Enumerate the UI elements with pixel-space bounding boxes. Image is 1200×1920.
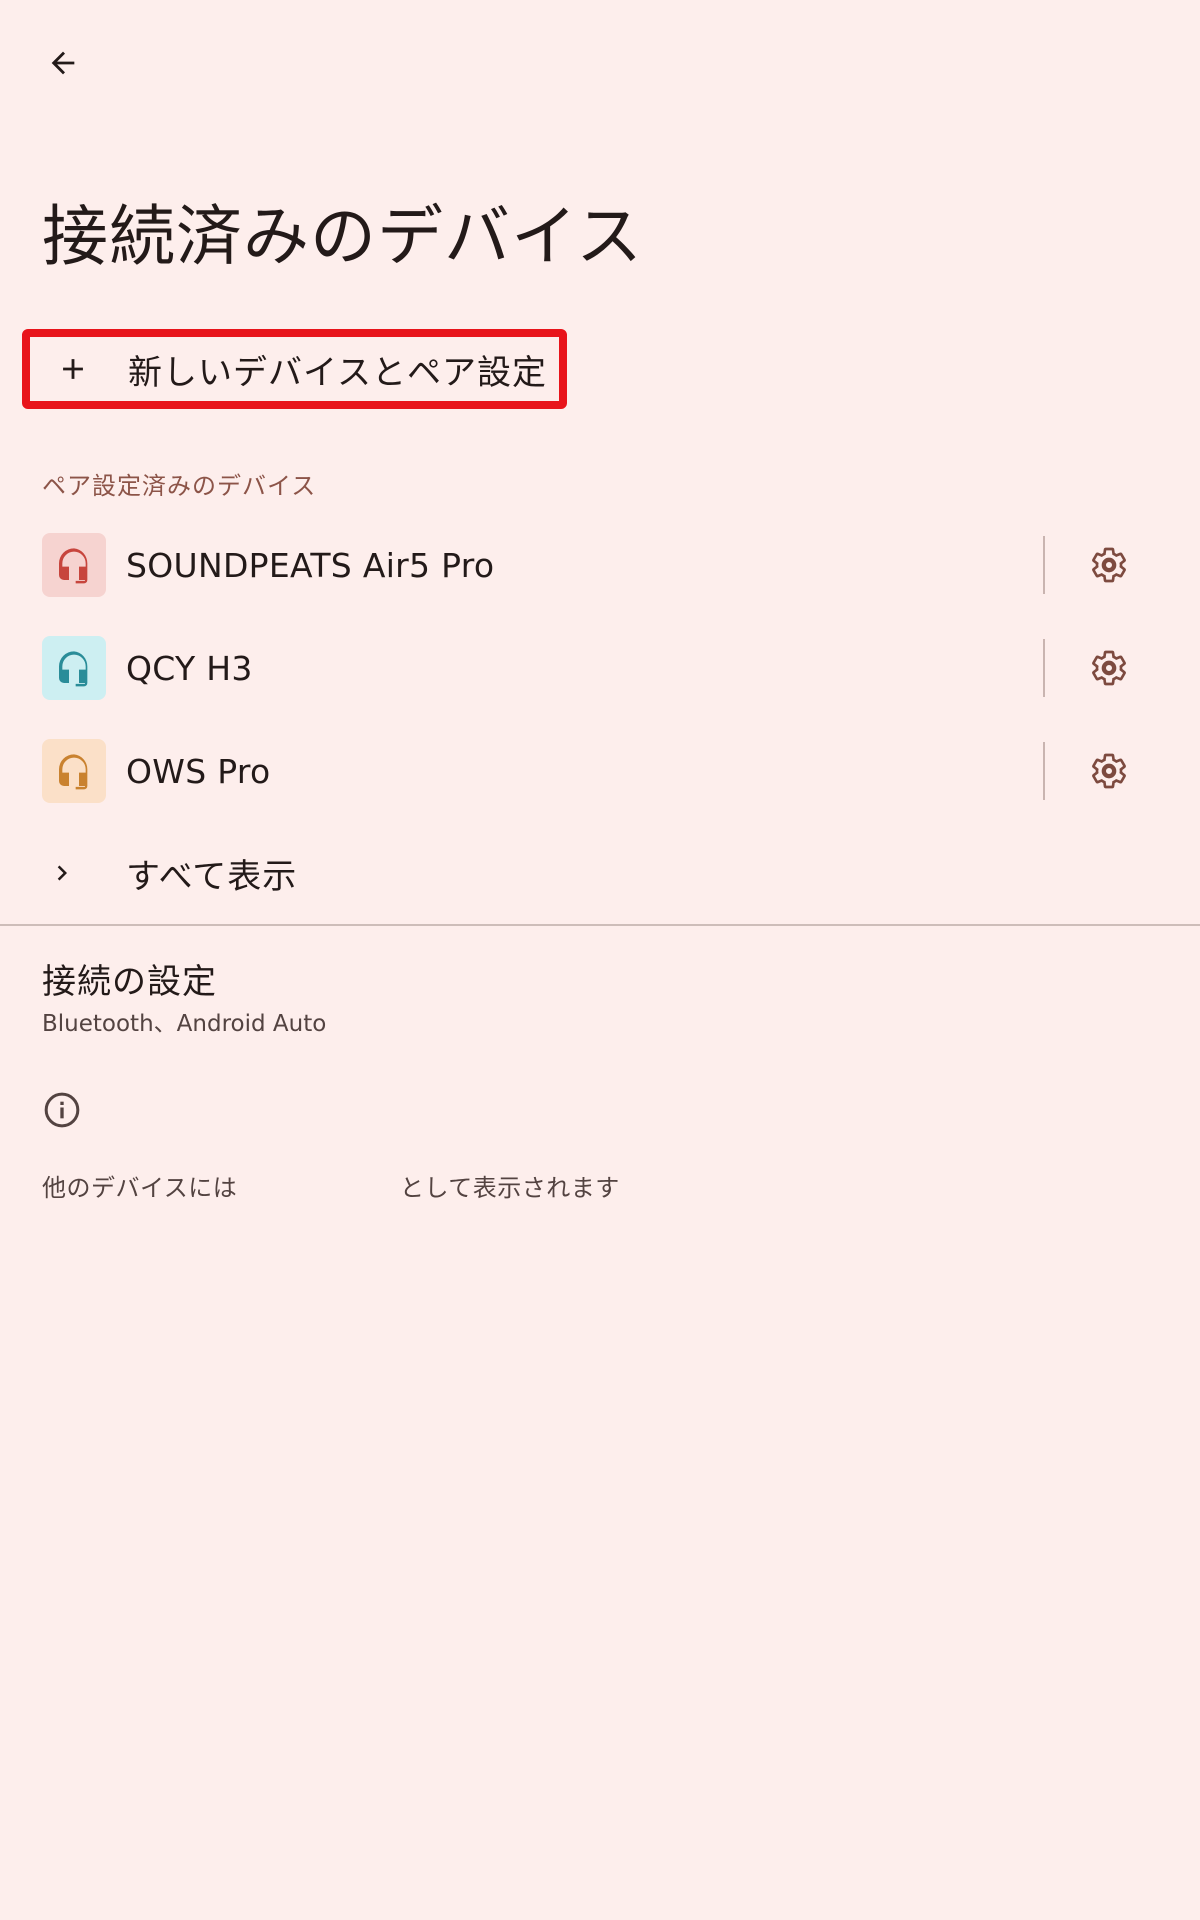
connection-settings-subtitle: Bluetooth、Android Auto: [42, 1011, 327, 1037]
chevron-right-icon: [42, 853, 82, 893]
divider: [1043, 742, 1045, 800]
show-all-label: すべて表示: [126, 856, 298, 897]
pair-new-device-button[interactable]: 新しいデバイスとペア設定: [22, 329, 567, 409]
divider: [1043, 639, 1045, 697]
device-row[interactable]: SOUNDPEATS Air5 Pro: [0, 514, 1200, 616]
section-divider: [0, 924, 1200, 926]
back-button[interactable]: [30, 30, 96, 96]
info-icon: [42, 1090, 82, 1130]
device-name: SOUNDPEATS Air5 Pro: [126, 545, 495, 585]
divider: [1043, 536, 1045, 594]
device-name: QCY H3: [126, 648, 253, 688]
show-all-row[interactable]: すべて表示: [0, 823, 1200, 923]
connection-settings-item[interactable]: 接続の設定 Bluetooth、Android Auto: [0, 940, 1200, 1060]
gear-icon[interactable]: [1074, 530, 1144, 600]
gear-icon[interactable]: [1074, 633, 1144, 703]
arrow-back-icon: [51, 51, 75, 75]
headset-icon: [42, 636, 106, 700]
info-text-after: として表示されます: [400, 1174, 620, 1202]
page-title: 接続済みのデバイス: [42, 198, 644, 275]
paired-devices-header: ペア設定済みのデバイス: [42, 472, 317, 500]
device-row[interactable]: OWS Pro: [0, 720, 1200, 822]
device-row[interactable]: QCY H3: [0, 617, 1200, 719]
info-text-before: 他のデバイスには: [42, 1174, 238, 1202]
headset-icon: [42, 739, 106, 803]
plus-icon: [40, 352, 106, 386]
pair-new-device-label: 新しいデバイスとペア設定: [128, 352, 547, 393]
device-name: OWS Pro: [126, 751, 271, 791]
gear-icon[interactable]: [1074, 736, 1144, 806]
headset-icon: [42, 533, 106, 597]
connection-settings-title: 接続の設定: [42, 962, 217, 1002]
